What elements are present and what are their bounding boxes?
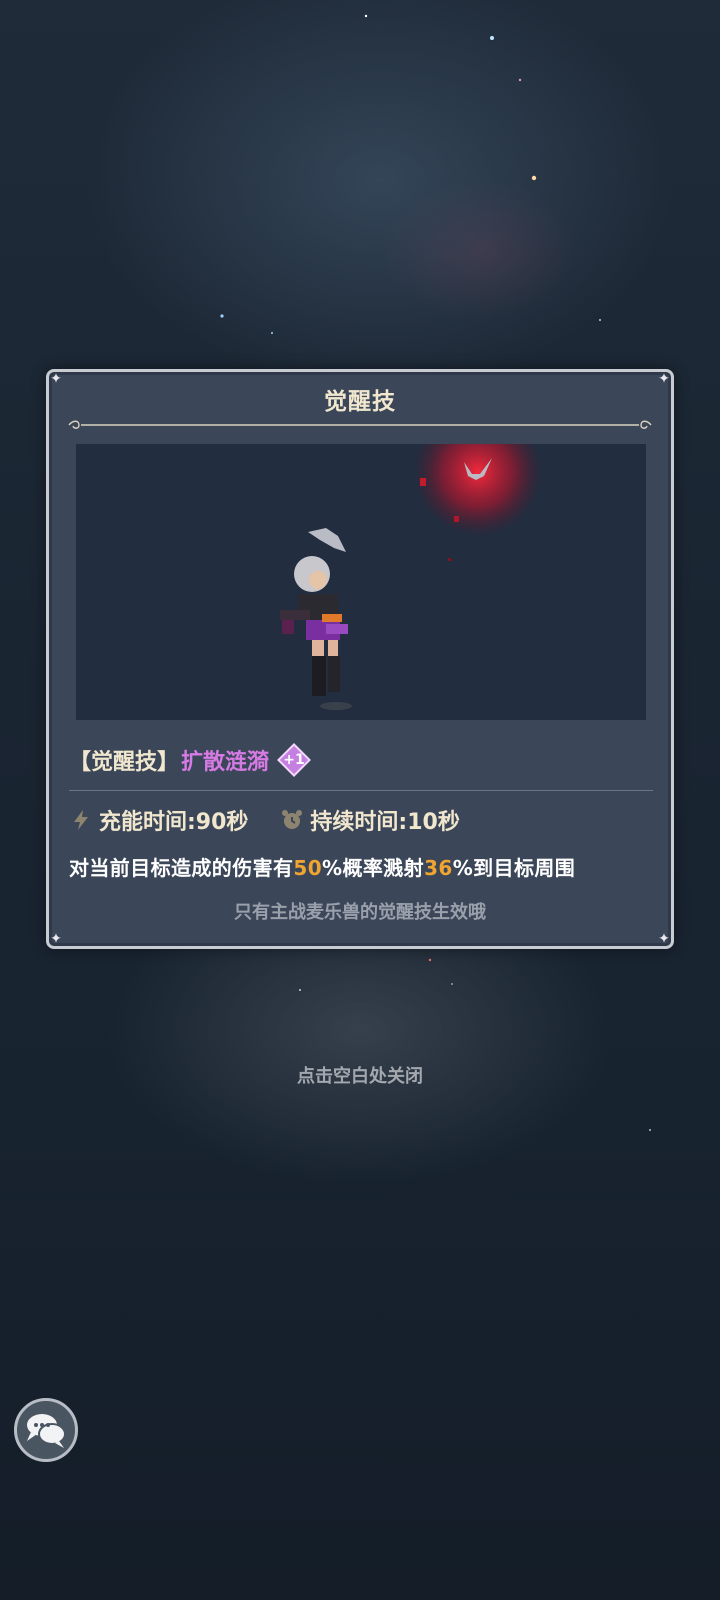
awakening-skill-dialog: ✦ ✦ ✦ ✦ 觉醒技 【觉醒技】 扩散涟漪 +1 充能时间:90秒 持续时间:… <box>46 369 674 949</box>
skill-stats-row: 充能时间:90秒 持续时间:10秒 <box>69 800 460 840</box>
dialog-title: 觉醒技 <box>324 389 396 415</box>
duration-text: 持续时间:10秒 <box>310 810 460 835</box>
skill-preview-animation <box>76 444 646 720</box>
skill-level-badge: +1 <box>275 741 313 779</box>
skill-name: 扩散涟漪 <box>181 750 270 775</box>
alarm-clock-icon <box>282 810 303 829</box>
corner-ornament-icon: ✦ <box>50 931 62 947</box>
lightning-icon <box>74 810 88 830</box>
corner-ornament-icon: ✦ <box>658 931 670 947</box>
chat-button[interactable] <box>14 1398 78 1462</box>
description-text: %到目标周围 <box>452 856 576 880</box>
charge-time-stat: 充能时间:90秒 <box>69 804 248 836</box>
chat-bubbles-icon <box>27 1414 66 1448</box>
skill-level-text: +1 <box>283 752 305 768</box>
skill-name-row: 【觉醒技】 扩散涟漪 +1 <box>69 740 313 780</box>
skill-type-label: 【觉醒技】 <box>69 750 180 775</box>
skill-description: 对当前目标造成的伤害有50%概率溅射36%到目标周围 <box>69 852 659 882</box>
charge-time-text: 充能时间:90秒 <box>99 810 249 835</box>
duration-stat: 持续时间:10秒 <box>280 804 460 836</box>
splash-chance-value: 50 <box>293 856 323 880</box>
description-text: %概率溅射 <box>322 856 425 880</box>
splash-damage-value: 36 <box>424 856 453 880</box>
skill-note: 只有主战麦乐兽的觉醒技生效哦 <box>234 902 486 923</box>
section-divider <box>69 790 653 791</box>
description-text: 对当前目标造成的伤害有 <box>69 856 294 880</box>
close-hint[interactable]: 点击空白处关闭 <box>0 1062 720 1088</box>
character-preview-image <box>280 444 542 710</box>
title-divider <box>68 420 652 429</box>
